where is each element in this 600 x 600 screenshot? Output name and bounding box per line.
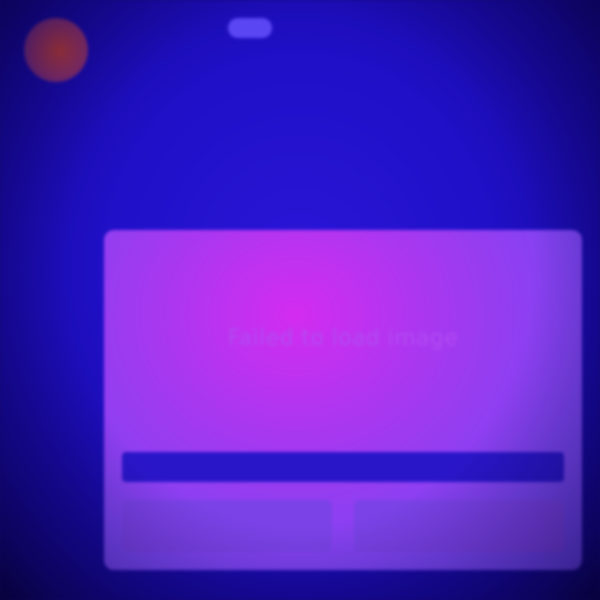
post-body — [102, 90, 577, 226]
post-body-line — [102, 202, 577, 222]
image-error-text: Failed to load image — [227, 326, 459, 351]
card-action-left-button[interactable] — [122, 500, 332, 552]
post-body-line — [102, 146, 577, 166]
card-action-right-button[interactable] — [354, 500, 564, 552]
post-body-line — [102, 118, 577, 138]
post-body-line — [102, 174, 577, 194]
post-body-line — [102, 90, 577, 110]
post-screen: Failed to load image — [0, 0, 600, 600]
post: Failed to load image — [22, 14, 582, 574]
user-tag — [228, 18, 272, 38]
image-caption — [122, 452, 564, 482]
card-actions — [122, 500, 564, 552]
post-header — [108, 18, 578, 78]
image-card[interactable]: Failed to load image — [104, 230, 582, 570]
avatar[interactable] — [24, 18, 88, 82]
